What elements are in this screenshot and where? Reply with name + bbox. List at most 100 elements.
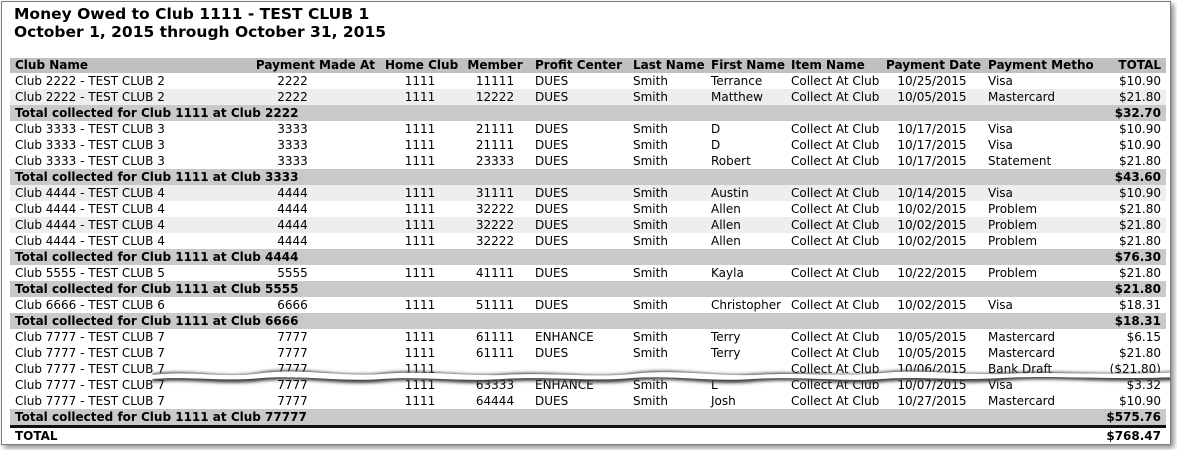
cell-item-name: Collect At Club [786,361,881,377]
column-header-payment-date: Payment Date [881,58,983,73]
cell-member: 11111 [460,73,530,89]
cell-club-name: Club 5555 - TEST CLUB 5 [10,265,205,281]
table-row: Club 7777 - TEST CLUB 7 7777 1111 63333 ENHA… [10,377,1166,393]
cell-last-name: Smith [628,297,706,313]
cell-last-name: Smith [628,265,706,281]
cell-payment-method: Visa [983,297,1093,313]
cell-payment-method: Visa [988,377,1013,392]
cell-total: $21.80 [1119,153,1161,168]
cell-club-name: Club 3333 - TEST CLUB 3 [10,137,205,153]
cell-payment-date: 10/22/2015 [881,265,983,281]
cell-profit-center: DUES [530,137,628,153]
cell-club-name: Club 7777 - TEST CLUB 7 [15,377,165,392]
subtotal-row: Total collected for Club 1111 at Club 22… [10,105,1166,121]
cell-total: $21.80 [1093,265,1166,281]
cell-payment-date: 10/25/2015 [881,73,983,89]
cell-first-name: Terry [711,345,741,360]
cell-member: 21111 [460,137,530,153]
cell-home-club: 1111 [380,201,460,217]
cell-last-name: Smith [628,185,706,201]
column-header-profit-center: Profit Center [530,58,628,73]
cell-total: $10.90 [1119,121,1161,136]
cell-payment-made-at: 2222 [205,89,380,105]
cell-payment-made-at: 7777 [205,393,380,409]
cell-payment-method: Mastercard [983,89,1093,105]
table-row: Club 6666 - TEST CLUB 6 6666 1111 51111 DUES… [10,297,1166,313]
cell-item-name: Collect At Club [791,345,880,360]
cell-payment-method: Visa [988,121,1013,136]
cell-profit-center [530,361,628,377]
cell-total: $10.90 [1093,137,1166,153]
cell-payment-made-at: 5555 [205,265,380,281]
cell-last-name: Smith [628,329,706,345]
table-row: Club 3333 - TEST CLUB 3 3333 1111 21111 DUES… [10,121,1166,137]
cell-profit-center: DUES [530,89,628,105]
cell-profit-center: DUES [535,153,569,168]
cell-member: 61111 [475,345,515,360]
cell-last-name: Smith [633,377,668,392]
cell-member [460,361,530,377]
cell-payment-method: Problem [983,201,1093,217]
cell-payment-method: Problem [983,233,1093,249]
cell-first-name: L [711,377,718,392]
cell-member: 12222 [460,89,530,105]
cell-item-name: Collect At Club [786,201,881,217]
cell-payment-date: 10/06/2015 [881,361,983,377]
cell-home-club: 1111 [380,73,460,89]
cell-payment-date: 10/02/2015 [881,233,983,249]
subtotal-label: Total collected for Club 1111 at Club 44… [10,249,1093,265]
cell-first-name: Robert [711,153,751,168]
cell-member: 63333 [475,377,515,392]
cell-item-name: Collect At Club [786,393,881,409]
cell-item-name: Collect At Club [786,185,881,201]
subtotal-label: Total collected for Club 1111 at Club 66… [10,313,1093,329]
cell-payment-date: 10/17/2015 [881,137,983,153]
cell-payment-date: 10/02/2015 [881,201,983,217]
table-row: Club 4444 - TEST CLUB 4 4444 1111 32222 DUES… [10,217,1166,233]
cell-last-name: Smith [633,121,668,136]
cell-club-name: Club 2222 - TEST CLUB 2 [10,73,205,89]
subtotal-amount: $43.60 [1093,169,1166,185]
cell-payment-made-at: 7777 [277,377,308,392]
cell-first-name: Matthew [706,89,786,105]
money-owed-table: Club Name Payment Made At Home Club Member P… [10,58,1166,444]
cell-item-name: Collect At Club [786,233,881,249]
cell-club-name: Club 4444 - TEST CLUB 4 [10,233,205,249]
cell-payment-date: 10/05/2015 [881,89,983,105]
cell-profit-center: DUES [530,201,628,217]
cell-payment-method: Visa [983,185,1093,201]
cell-first-name: Allen [706,217,786,233]
table-row: Club 2222 - TEST CLUB 2 2222 1111 11111 DUES… [10,73,1166,89]
subtotal-row: Total collected for Club 1111 at Club 66… [10,313,1166,329]
cell-item-name: Collect At Club [791,121,880,136]
cell-club-name: Club 6666 - TEST CLUB 6 [10,297,205,313]
subtotal-row: Total collected for Club 1111 at Club 44… [10,249,1166,265]
cell-first-name: Terry [706,329,786,345]
cell-payment-method: Bank Draft [983,361,1093,377]
subtotal-amount: $18.31 [1093,313,1166,329]
grand-total-amount: $768.47 [1093,425,1166,444]
subtotal-amount: $76.30 [1093,249,1166,265]
cell-payment-date: 10/27/2015 [881,393,983,409]
subtotal-row: Total collected for Club 1111 at Club 33… [10,169,1166,185]
cell-home-club: 1111 [380,265,460,281]
cell-profit-center: ENHANCE [535,377,594,392]
cell-profit-center: ENHANCE [530,329,628,345]
grand-total-label: TOTAL [10,425,1093,444]
cell-first-name [706,361,786,377]
cell-member: 21111 [475,121,515,136]
column-header-member: Member [460,58,530,73]
cell-payment-method: Visa [983,73,1093,89]
cell-payment-date: 10/17/2015 [897,121,967,136]
column-header-first-name: First Name [706,58,786,73]
cell-club-name: Club 2222 - TEST CLUB 2 [10,89,205,105]
cell-profit-center: DUES [530,265,628,281]
cell-payment-date: 10/14/2015 [881,185,983,201]
cell-member: 32222 [460,217,530,233]
cell-first-name: Allen [706,233,786,249]
cell-first-name: Austin [706,185,786,201]
cell-home-club: 1111 [380,137,460,153]
cell-first-name: Allen [706,201,786,217]
cell-payment-made-at: 7777 [277,345,308,360]
cell-total: $21.80 [1093,233,1166,249]
